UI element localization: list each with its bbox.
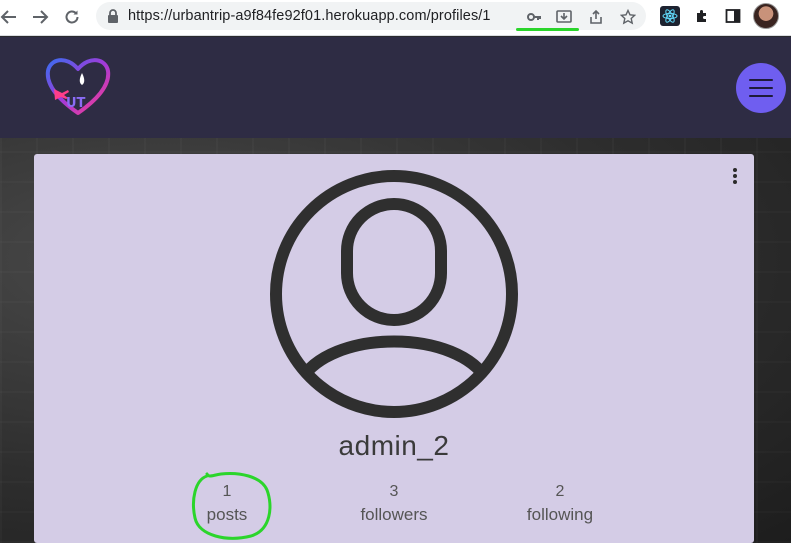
stat-posts[interactable]: 1 posts [157, 482, 297, 528]
profile-username: admin_2 [338, 430, 450, 461]
share-icon[interactable] [586, 7, 606, 27]
reload-button[interactable] [59, 4, 85, 30]
stat-followers[interactable]: 3 followers [324, 482, 464, 528]
urbantrip-logo[interactable]: UT [44, 55, 112, 119]
profile-card: admin_2 1 posts 3 followers 2 following [34, 154, 754, 543]
dot [733, 168, 737, 172]
browser-profile-avatar[interactable] [753, 3, 779, 29]
hamburger-menu-button[interactable] [736, 63, 786, 113]
side-panel-icon[interactable] [723, 6, 743, 26]
address-bar[interactable]: https://urbantrip-a9f84fe92f01.herokuapp… [96, 2, 646, 31]
logo-text: UT [66, 96, 86, 111]
extensions-puzzle-icon[interactable] [692, 6, 712, 26]
following-count: 2 [555, 483, 565, 500]
hamburger-line [749, 79, 773, 81]
lock-icon [106, 8, 120, 29]
followers-count: 3 [389, 483, 399, 500]
install-app-icon[interactable] [554, 7, 574, 27]
dot [733, 180, 737, 184]
posts-label: posts [206, 505, 248, 524]
stat-following[interactable]: 2 following [490, 482, 630, 528]
react-devtools-icon[interactable] [660, 6, 680, 26]
back-arrow-icon [0, 10, 16, 24]
back-button[interactable] [0, 4, 22, 30]
url-text: https://urbantrip-a9f84fe92f01.herokuapp… [128, 8, 491, 24]
url-highlight-underline [516, 28, 579, 31]
following-label: following [526, 505, 594, 524]
forward-arrow-icon [33, 10, 49, 24]
followers-label: followers [360, 505, 428, 524]
posts-count: 1 [222, 483, 232, 500]
app-header: UT [0, 37, 791, 138]
forward-button[interactable] [27, 4, 53, 30]
hamburger-line [749, 87, 773, 89]
reload-icon [65, 10, 79, 24]
bookmark-star-icon[interactable] [618, 7, 638, 27]
more-options-button[interactable] [727, 166, 743, 186]
hamburger-line [749, 95, 773, 97]
dot [733, 174, 737, 178]
key-icon[interactable] [524, 7, 544, 27]
browser-toolbar: https://urbantrip-a9f84fe92f01.herokuapp… [0, 0, 791, 36]
default-avatar-icon [270, 170, 518, 418]
